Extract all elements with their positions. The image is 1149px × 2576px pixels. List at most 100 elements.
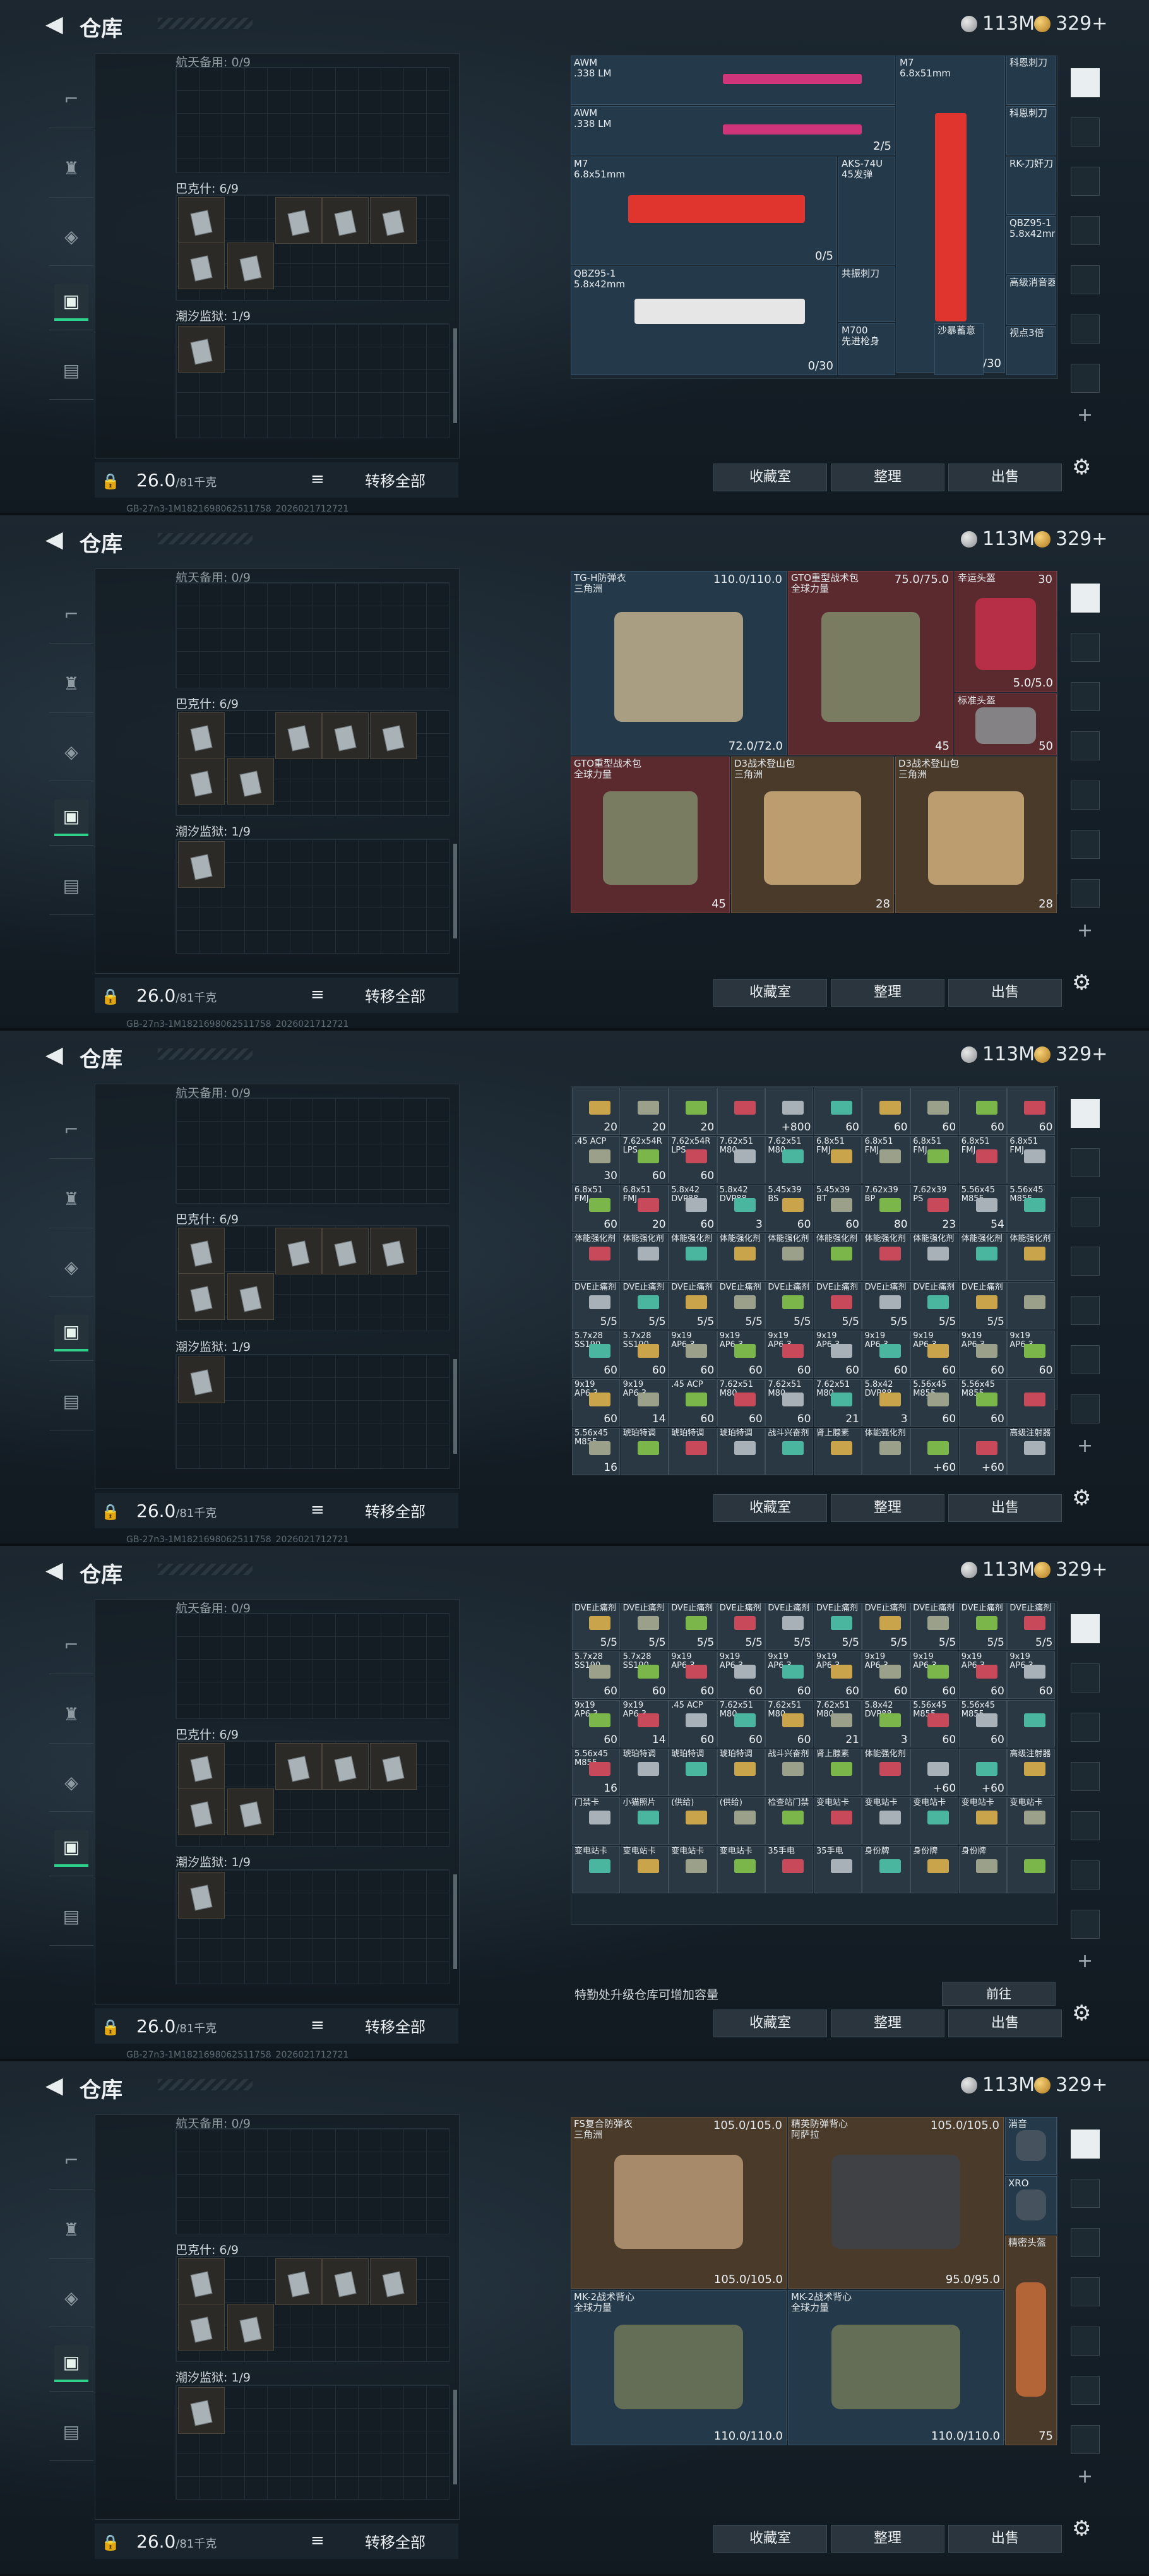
inventory-item[interactable]: 7.62x51 M80 60: [717, 1700, 765, 1747]
inventory-item[interactable]: DVE止痛剂 5/5: [620, 1282, 669, 1329]
list-icon[interactable]: ≡: [311, 985, 324, 1004]
lock-icon[interactable]: 🔒: [101, 1503, 120, 1521]
settings-icon[interactable]: ⚙: [1072, 455, 1091, 480]
storage-tab[interactable]: [1071, 265, 1100, 294]
keycard-item[interactable]: [178, 197, 225, 244]
empty-slot-grid[interactable]: [176, 2128, 449, 2234]
inventory-item[interactable]: 5.45x39 BS 60: [765, 1185, 814, 1232]
armor-icon[interactable]: ♜: [54, 2213, 88, 2247]
inventory-item[interactable]: +60: [958, 1428, 1007, 1475]
weapon-slot[interactable]: QBZ95-1 5.8x42mm 0/30: [571, 267, 837, 375]
add-tab-icon[interactable]: +: [1077, 920, 1093, 942]
inventory-item[interactable]: 9x19 AP6.3 60: [862, 1651, 910, 1699]
inventory-item[interactable]: 9x19 AP6.3 60: [765, 1651, 814, 1699]
storage-tab[interactable]: [1071, 2277, 1100, 2306]
backpack-icon[interactable]: ▣: [54, 1830, 88, 1867]
inventory-item[interactable]: 60: [958, 1087, 1007, 1135]
inventory-item[interactable]: 5.56x45 M855 16: [572, 1749, 620, 1796]
keycard-item[interactable]: [275, 712, 322, 759]
inventory-item[interactable]: 20: [572, 1087, 620, 1135]
list-icon[interactable]: ≡: [311, 2531, 324, 2550]
storage-tab[interactable]: [1071, 781, 1100, 810]
settings-icon[interactable]: ⚙: [1072, 2001, 1091, 2026]
inventory-item[interactable]: DVE止痛剂 5/5: [572, 1282, 620, 1329]
backpack-icon[interactable]: ▣: [54, 284, 88, 321]
storage-tab[interactable]: [1071, 1663, 1100, 1692]
storage-tab[interactable]: [1071, 1860, 1100, 1890]
storage-tab[interactable]: [1071, 2327, 1100, 2356]
storage-tab[interactable]: [1071, 216, 1100, 245]
storage-tab[interactable]: [1071, 682, 1100, 711]
inventory-item[interactable]: 9x19 AP6.3 60: [910, 1651, 959, 1699]
inventory-item[interactable]: 6.8x51 FMJ 20: [620, 1185, 669, 1232]
keycard-item[interactable]: [178, 326, 225, 373]
inventory-item[interactable]: 6.8x51 FMJ: [910, 1136, 959, 1183]
inventory-item[interactable]: .45 ACP 60: [669, 1379, 717, 1427]
keycard-item[interactable]: [227, 758, 274, 805]
keycard-item[interactable]: [178, 1273, 225, 1320]
favorites-button[interactable]: 收藏室: [713, 979, 827, 1007]
gear-slot[interactable]: 消音: [1005, 2117, 1057, 2175]
inventory-item[interactable]: 体能强化剂: [765, 1233, 814, 1281]
inventory-item[interactable]: 变电站卡: [572, 1846, 620, 1893]
weapon-slot[interactable]: M700 先进枪身: [838, 323, 895, 375]
settings-icon[interactable]: ⚙: [1072, 2516, 1091, 2541]
storage-tab[interactable]: [1071, 1811, 1100, 1840]
inventory-item[interactable]: 7.62x51 M80: [765, 1136, 814, 1183]
weapon-slot[interactable]: AWM .338 LM 2/5: [571, 106, 895, 155]
gear-slot[interactable]: XRO: [1005, 2176, 1057, 2234]
gear-slot[interactable]: 精英防弹背心 阿萨拉 105.0/105.0 95.0/95.0: [788, 2117, 1004, 2289]
gear-slot[interactable]: 精密头盔 75: [1005, 2236, 1057, 2445]
inventory-item[interactable]: 9x19 AP6.3 60: [765, 1331, 814, 1378]
inventory-item[interactable]: DVE止痛剂 5/5: [862, 1603, 910, 1650]
empty-slot-grid[interactable]: [176, 1098, 449, 1204]
weapon-slot[interactable]: 视点3倍: [1006, 326, 1056, 375]
inventory-item[interactable]: 6.8x51 FMJ: [862, 1136, 910, 1183]
sell-button[interactable]: 出售: [948, 979, 1062, 1007]
storage-tab[interactable]: [1071, 1345, 1100, 1374]
inventory-item[interactable]: 9x19 AP6.3 60: [572, 1700, 620, 1747]
inventory-item[interactable]: 7.62x51 M80: [717, 1136, 765, 1183]
armor-icon[interactable]: ♜: [54, 152, 88, 186]
empty-slot-grid[interactable]: [176, 67, 449, 173]
bag-icon[interactable]: ◈: [54, 1250, 88, 1285]
keycard-item[interactable]: [178, 1788, 225, 1835]
pistol-icon[interactable]: ⌐: [54, 1628, 88, 1662]
gold-currency[interactable]: 329+: [1034, 13, 1107, 35]
inventory-item[interactable]: [1007, 1379, 1056, 1427]
inventory-item[interactable]: DVE止痛剂 5/5: [1007, 1603, 1056, 1650]
sort-button[interactable]: 整理: [831, 2010, 944, 2037]
keycard-item[interactable]: [370, 2258, 417, 2305]
inventory-item[interactable]: 5.56x45 M855: [1007, 1185, 1056, 1232]
sell-button[interactable]: 出售: [948, 464, 1062, 491]
bag-icon[interactable]: ◈: [54, 2281, 88, 2315]
inventory-item[interactable]: DVE止痛剂 5/5: [669, 1603, 717, 1650]
briefcase-icon[interactable]: ▤: [54, 869, 88, 903]
inventory-item[interactable]: +60: [958, 1749, 1007, 1796]
backpack-icon[interactable]: ▣: [54, 2345, 88, 2382]
keycard-item[interactable]: [178, 758, 225, 805]
inventory-item[interactable]: 5.7x28 SS190 60: [620, 1331, 669, 1378]
storage-tab[interactable]: [1071, 1247, 1100, 1276]
inventory-item[interactable]: 35手电: [765, 1846, 814, 1893]
inventory-item[interactable]: 7.62x51 M80 60: [717, 1379, 765, 1427]
backpack-icon[interactable]: ▣: [54, 1315, 88, 1351]
keycard-item[interactable]: [227, 243, 274, 289]
gear-slot[interactable]: GTO重型战术包 全球力量 75.0/75.0 45: [788, 571, 953, 755]
inventory-item[interactable]: [1007, 1700, 1056, 1747]
keycard-item[interactable]: [275, 1228, 322, 1274]
lock-icon[interactable]: 🔒: [101, 988, 120, 1005]
inventory-item[interactable]: 身份牌: [862, 1846, 910, 1893]
briefcase-icon[interactable]: ▤: [54, 1384, 88, 1418]
inventory-item[interactable]: 9x19 AP6.3 60: [814, 1331, 862, 1378]
move-all-button[interactable]: 转移全部: [365, 1499, 426, 1521]
inventory-item[interactable]: 5.56x45 M855 60: [910, 1379, 959, 1427]
storage-tab[interactable]: [1071, 1148, 1100, 1177]
storage-tab[interactable]: [1071, 2179, 1100, 2208]
add-tab-icon[interactable]: +: [1077, 2465, 1093, 2488]
inventory-item[interactable]: 60: [910, 1087, 959, 1135]
inventory-item[interactable]: 5.7x28 SS190 60: [572, 1331, 620, 1378]
storage-tab[interactable]: [1071, 117, 1100, 147]
settings-icon[interactable]: ⚙: [1072, 970, 1091, 995]
storage-tab[interactable]: [1071, 633, 1100, 662]
